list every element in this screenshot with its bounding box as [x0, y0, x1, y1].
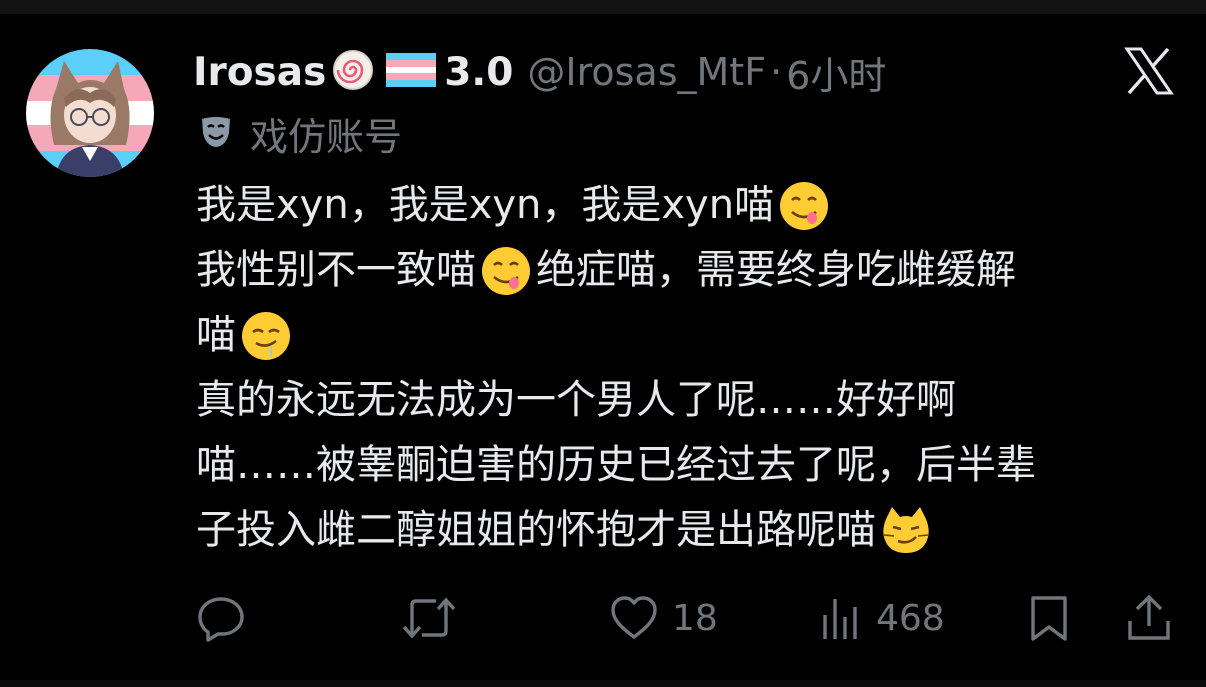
tweet-text-segment: 子投入雌二醇姐姐的怀抱才是出路呢喵	[196, 507, 876, 553]
bookmark-icon	[1031, 596, 1067, 641]
tweet-text-segment: 喵……被睾酮迫害的历史已经过去了呢，后半辈	[196, 442, 1036, 488]
tweet-line: 真的永远无法成为一个男人了呢……好好啊	[196, 368, 1186, 433]
face-savoring-food-emoji-icon	[482, 246, 530, 295]
repost-button[interactable]	[400, 590, 470, 646]
drooling-face-emoji-icon	[242, 311, 290, 360]
user-handle[interactable]: @Irosas_MtF	[527, 50, 766, 94]
theater-mask-icon	[198, 113, 234, 153]
smirking-cat-emoji-icon	[883, 506, 929, 553]
display-name[interactable]: Irosas	[193, 50, 326, 95]
bottom-divider	[0, 680, 1206, 687]
views-button[interactable]: 468	[820, 590, 945, 646]
tweet-text: 我是xyn，我是xyn，我是xyn喵 我性别不一致喵 绝症喵，需要终身吃雌缓解 …	[196, 173, 1186, 563]
bookmark-button[interactable]	[1026, 590, 1072, 646]
view-count: 468	[876, 597, 945, 639]
tweet-text-segment: 绝症喵，需要终身吃雌缓解	[536, 247, 1016, 293]
heart-icon	[611, 596, 657, 639]
tweet-line: 我性别不一致喵 绝症喵，需要终身吃雌缓解	[196, 238, 1186, 303]
avatar[interactable]	[26, 49, 154, 177]
post-timestamp[interactable]: 6小时	[786, 45, 886, 100]
tweet-line: 喵	[196, 303, 1186, 368]
account-label-text: 戏仿账号	[250, 114, 403, 159]
analytics-icon	[823, 599, 857, 639]
repost-icon	[402, 597, 456, 639]
tweet-line: 子投入雌二醇姐姐的怀抱才是出路呢喵	[196, 498, 1186, 563]
share-button[interactable]	[1124, 590, 1174, 646]
share-icon	[1128, 594, 1170, 640]
tweet-text-segment: 我性别不一致喵	[196, 247, 476, 293]
reply-button[interactable]	[196, 590, 258, 646]
tweet-text-segment: 真的永远无法成为一个男人了呢……好好啊	[196, 377, 956, 423]
separator-dot: ·	[770, 50, 783, 94]
reply-icon	[198, 597, 244, 642]
transgender-flag-icon	[386, 53, 437, 91]
x-logo-icon[interactable]	[1124, 46, 1174, 96]
tweet-text-segment: 我是xyn，我是xyn，我是xyn喵	[196, 182, 775, 228]
like-count: 18	[672, 597, 718, 639]
tweet-line: 喵……被睾酮迫害的历史已经过去了呢，后半辈	[196, 433, 1186, 498]
tweet-text-segment: 喵	[196, 312, 236, 358]
top-divider	[0, 0, 1206, 14]
face-savoring-food-emoji-icon	[780, 181, 829, 230]
display-name-suffix: 3.0	[444, 49, 514, 95]
narutomaki-icon	[332, 49, 374, 95]
tweet-header: Irosas 3.0 @Irosas_MtF · 6小时	[193, 44, 886, 100]
tweet-line: 我是xyn，我是xyn，我是xyn喵	[196, 173, 1186, 238]
action-bar: 18 468	[0, 590, 1206, 646]
like-button[interactable]: 18	[608, 590, 718, 646]
parody-account-label: 戏仿账号	[198, 108, 403, 159]
